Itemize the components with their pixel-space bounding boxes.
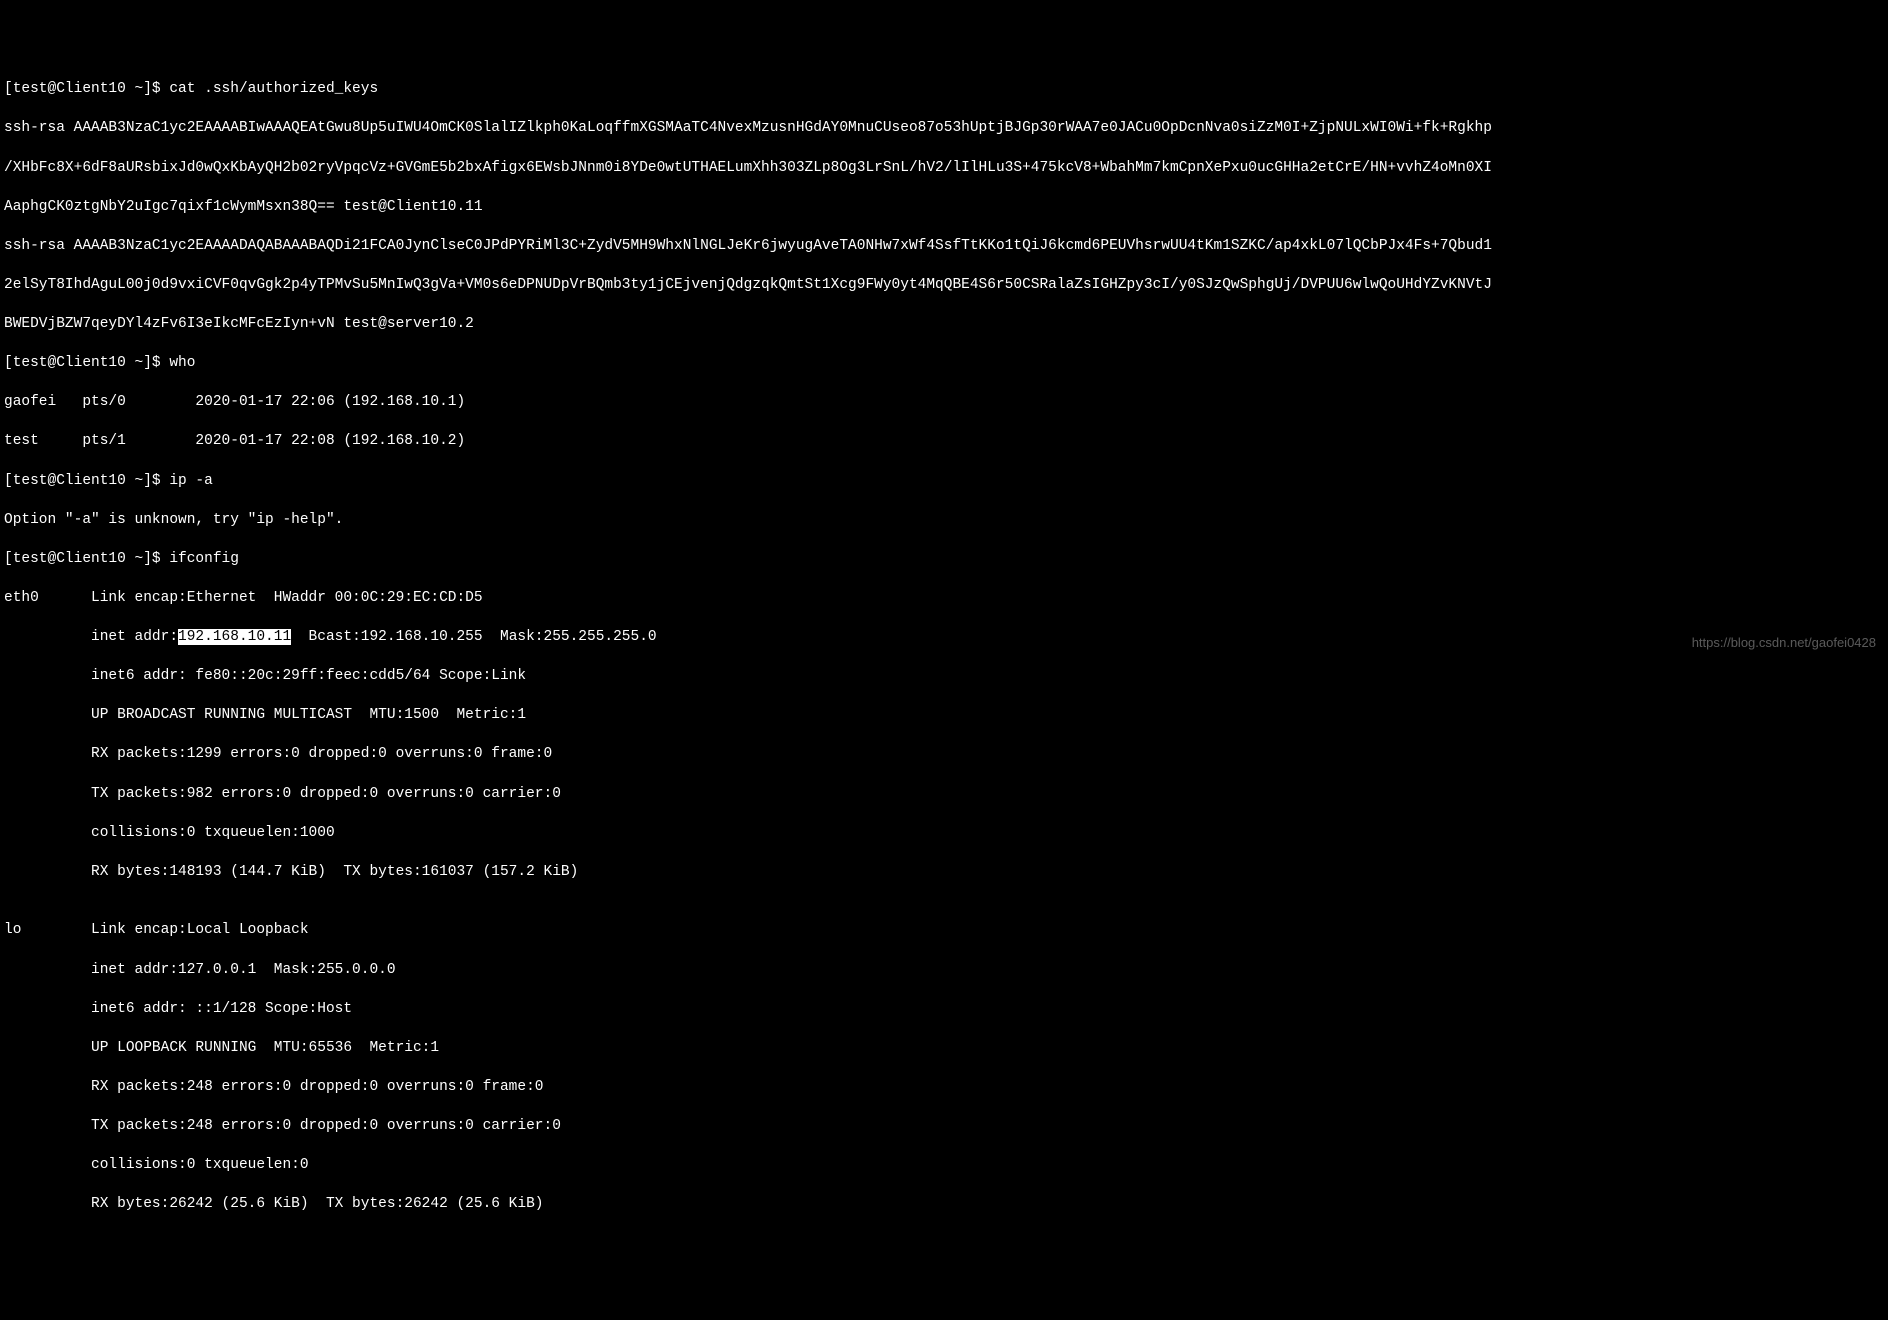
- ifconfig-eth0-tx: TX packets:982 errors:0 dropped:0 overru…: [4, 785, 1884, 805]
- prompt: [test@Client10 ~]$: [4, 551, 169, 567]
- prompt-line-who: [test@Client10 ~]$ who: [4, 354, 1884, 374]
- ifconfig-lo-tx: TX packets:248 errors:0 dropped:0 overru…: [4, 1117, 1884, 1137]
- prompt-line-cat: [test@Client10 ~]$ cat .ssh/authorized_k…: [4, 80, 1884, 100]
- ifconfig-eth0-bytes: RX bytes:148193 (144.7 KiB) TX bytes:161…: [4, 863, 1884, 883]
- ifconfig-lo-link: lo Link encap:Local Loopback: [4, 921, 1884, 941]
- authkeys-line2: /XHbFc8X+6dF8aURsbixJd0wQxKbAyQH2b02ryVp…: [4, 159, 1884, 179]
- ifconfig-eth0-coll: collisions:0 txqueuelen:1000: [4, 824, 1884, 844]
- authkeys-line5: 2elSyT8IhdAguL00j0d9vxiCVF0qvGgk2p4yTPMv…: [4, 276, 1884, 296]
- ifconfig-lo-bytes: RX bytes:26242 (25.6 KiB) TX bytes:26242…: [4, 1195, 1884, 1215]
- ifconfig-eth0-link: eth0 Link encap:Ethernet HWaddr 00:0C:29…: [4, 589, 1884, 609]
- command-ip: ip -a: [169, 473, 213, 489]
- authkeys-line4: ssh-rsa AAAAB3NzaC1yc2EAAAADAQABAAABAQDi…: [4, 237, 1884, 257]
- ifconfig-lo-flags: UP LOOPBACK RUNNING MTU:65536 Metric:1: [4, 1039, 1884, 1059]
- authkeys-line1: ssh-rsa AAAAB3NzaC1yc2EAAAABIwAAAQEAtGwu…: [4, 119, 1884, 139]
- ifconfig-eth0-flags: UP BROADCAST RUNNING MULTICAST MTU:1500 …: [4, 706, 1884, 726]
- ifconfig-lo-inet6: inet6 addr: ::1/128 Scope:Host: [4, 1000, 1884, 1020]
- watermark-text: https://blog.csdn.net/gaofei0428: [1692, 634, 1876, 652]
- ifconfig-eth0-inet: inet addr:192.168.10.11 Bcast:192.168.10…: [4, 628, 1884, 648]
- ifconfig-lo-inet: inet addr:127.0.0.1 Mask:255.0.0.0: [4, 961, 1884, 981]
- who-output-line1: gaofei pts/0 2020-01-17 22:06 (192.168.1…: [4, 393, 1884, 413]
- command-ifconfig: ifconfig: [169, 551, 239, 567]
- ifconfig-eth0-inet6: inet6 addr: fe80::20c:29ff:feec:cdd5/64 …: [4, 667, 1884, 687]
- prompt: [test@Client10 ~]$: [4, 81, 169, 97]
- ifconfig-eth0-rx: RX packets:1299 errors:0 dropped:0 overr…: [4, 745, 1884, 765]
- prompt: [test@Client10 ~]$: [4, 473, 169, 489]
- ip-error: Option "-a" is unknown, try "ip -help".: [4, 511, 1884, 531]
- ifconfig-lo-coll: collisions:0 txqueuelen:0: [4, 1156, 1884, 1176]
- ifconfig-eth0-inet-post: Bcast:192.168.10.255 Mask:255.255.255.0: [291, 629, 656, 645]
- prompt-line-ip: [test@Client10 ~]$ ip -a: [4, 472, 1884, 492]
- who-output-line2: test pts/1 2020-01-17 22:08 (192.168.10.…: [4, 432, 1884, 452]
- command-cat: cat .ssh/authorized_keys: [169, 81, 378, 97]
- ifconfig-eth0-inet-pre: inet addr:: [4, 629, 178, 645]
- ip-address-highlight[interactable]: 192.168.10.11: [178, 629, 291, 645]
- command-who: who: [169, 355, 195, 371]
- prompt-line-ifconfig: [test@Client10 ~]$ ifconfig: [4, 550, 1884, 570]
- authkeys-line3: AaphgCK0ztgNbY2uIgc7qixf1cWymMsxn38Q== t…: [4, 198, 1884, 218]
- authkeys-line6: BWEDVjBZW7qeyDYl4zFv6I3eIkcMFcEzIyn+vN t…: [4, 315, 1884, 335]
- prompt: [test@Client10 ~]$: [4, 355, 169, 371]
- ifconfig-lo-rx: RX packets:248 errors:0 dropped:0 overru…: [4, 1078, 1884, 1098]
